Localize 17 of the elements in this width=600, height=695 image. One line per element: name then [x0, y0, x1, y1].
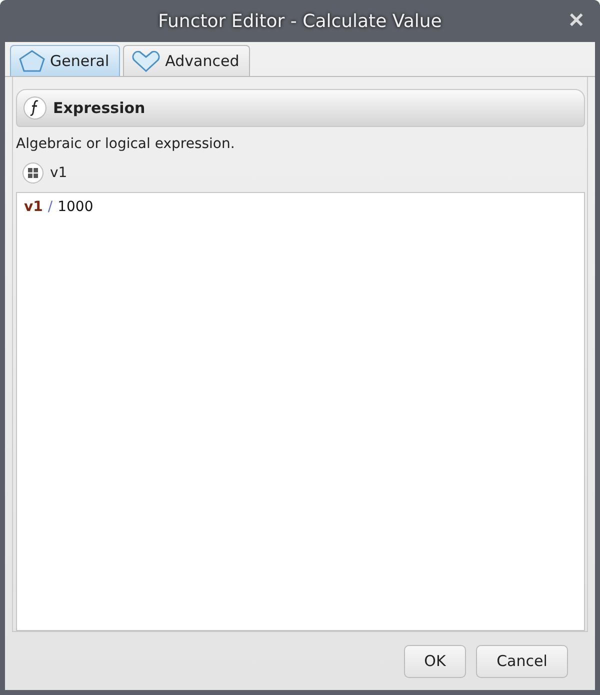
expression-editor[interactable]: v1 / 1000 — [16, 192, 585, 631]
function-icon — [23, 96, 47, 120]
pentagon-icon — [19, 50, 45, 72]
cancel-button[interactable]: Cancel — [476, 644, 568, 678]
tab[interactable]: Advanced — [123, 45, 250, 76]
section-description: Algebraic or logical expression. — [16, 136, 236, 152]
close-button[interactable]: ✕ — [562, 6, 591, 35]
expression-number: 1000 — [58, 199, 94, 215]
grid-icon[interactable] — [22, 162, 44, 184]
window-title: Functor Editor - Calculate Value — [158, 10, 442, 32]
variable-label: v1 — [50, 165, 68, 181]
heart-icon — [132, 50, 160, 72]
tab[interactable]: General — [10, 45, 120, 76]
expression-operator: / — [48, 199, 53, 215]
ok-button[interactable]: OK — [404, 644, 466, 678]
section-title: Expression — [53, 99, 146, 117]
expression-variable: v1 — [24, 199, 43, 215]
